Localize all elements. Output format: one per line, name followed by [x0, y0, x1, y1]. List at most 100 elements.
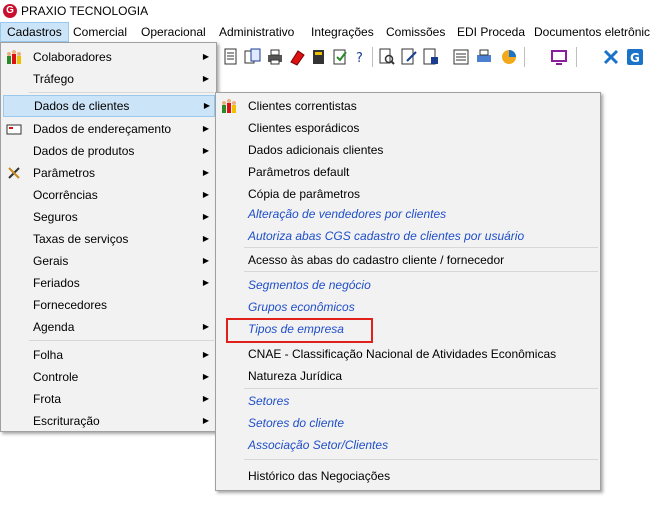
- toolbar-separator: [524, 47, 525, 67]
- submenu-arrow-icon: ▶: [202, 278, 209, 287]
- menu-item-folha[interactable]: Folha ▶: [3, 344, 213, 366]
- submenu-item-label: Cópia de parâmetros: [248, 187, 361, 201]
- menu-item-controle[interactable]: Controle ▶: [3, 366, 213, 388]
- menu-item-fornecedores[interactable]: Fornecedores: [3, 294, 213, 316]
- question-icon[interactable]: ?: [352, 48, 370, 66]
- submenu-item-copia-de-parametros[interactable]: Cópia de parâmetros: [218, 183, 598, 205]
- people-icon: [222, 99, 236, 113]
- submenu-item-label: Clientes correntistas: [248, 99, 357, 113]
- menu-item-label: Taxas de serviços: [33, 232, 129, 246]
- report-icon[interactable]: [422, 48, 440, 66]
- submenu-arrow-icon: ▶: [203, 101, 210, 110]
- submenu-item-label: Acesso às abas do cadastro cliente / for…: [248, 253, 505, 267]
- submenu-arrow-icon: ▶: [202, 52, 209, 61]
- monitor-icon[interactable]: [550, 48, 568, 66]
- menu-item-frota[interactable]: Frota ▶: [3, 388, 213, 410]
- submenu-item-label: Natureza Jurídica: [248, 369, 343, 383]
- submenu-arrow-icon: ▶: [202, 212, 209, 221]
- submenu-arrow-icon: ▶: [202, 322, 209, 331]
- print-preview-icon[interactable]: [475, 48, 493, 66]
- menu-item-taxas-de-servicos[interactable]: Taxas de serviços ▶: [3, 228, 213, 250]
- submenu-item-label: Setores: [248, 394, 290, 408]
- menu-item-label: Folha: [33, 348, 64, 362]
- submenu-item-alteracao-de-vendedores[interactable]: Alteração de vendedores por clientes: [218, 203, 598, 225]
- submenu-item-clientes-correntistas[interactable]: Clientes correntistas: [218, 95, 598, 117]
- annotation-highlight-box: [226, 318, 373, 343]
- menu-item-feriados[interactable]: Feriados ▶: [3, 272, 213, 294]
- submenu-item-autoriza-abas-cgs[interactable]: Autoriza abas CGS cadastro de clientes p…: [218, 225, 598, 247]
- submenu-item-clientes-esporadicos[interactable]: Clientes esporádicos: [218, 117, 598, 139]
- menu-item-label: Dados de clientes: [34, 99, 130, 113]
- printer-icon[interactable]: [266, 48, 284, 66]
- menu-comissoes[interactable]: Comissões: [380, 22, 451, 42]
- search-document-icon[interactable]: [378, 48, 396, 66]
- submenu-item-segmentos-de-negocio[interactable]: Segmentos de negócio: [218, 274, 598, 296]
- menu-item-dados-de-clientes[interactable]: Dados de clientes ▶: [3, 95, 215, 117]
- svg-text:G: G: [630, 51, 640, 65]
- submenu-item-cnae[interactable]: CNAE - Classificação Nacional de Ativida…: [218, 343, 598, 365]
- menu-item-agenda[interactable]: Agenda ▶: [3, 316, 213, 338]
- submenu-item-label: Associação Setor/Clientes: [248, 438, 389, 452]
- menu-item-colaboradores[interactable]: Colaboradores ▶: [3, 46, 213, 68]
- people-icon: [7, 50, 21, 64]
- menu-separator: [244, 247, 598, 248]
- submenu-item-grupos-economicos[interactable]: Grupos econômicos: [218, 296, 598, 318]
- menu-administrativo[interactable]: Administrativo: [213, 22, 300, 42]
- submenu-item-setores[interactable]: Setores: [218, 390, 598, 412]
- menu-item-trafego[interactable]: Tráfego ▶: [3, 68, 213, 90]
- submenu-item-parametros-default[interactable]: Parâmetros default: [218, 161, 598, 183]
- dados-de-clientes-submenu: Clientes correntistas Clientes esporádic…: [215, 92, 601, 491]
- submenu-item-acesso-as-abas[interactable]: Acesso às abas do cadastro cliente / for…: [218, 249, 598, 271]
- documents-check-icon[interactable]: [332, 48, 350, 66]
- submenu-arrow-icon: ▶: [202, 416, 209, 425]
- praxio-g-icon[interactable]: G: [626, 48, 644, 66]
- menu-item-parametros[interactable]: Parâmetros ▶: [3, 162, 213, 184]
- menu-item-seguros[interactable]: Seguros ▶: [3, 206, 213, 228]
- submenu-item-label: Histórico das Negociações: [248, 469, 391, 483]
- submenu-arrow-icon: ▶: [202, 146, 209, 155]
- document-icon[interactable]: [222, 48, 240, 66]
- menu-item-label: Ocorrências: [33, 188, 98, 202]
- menu-integracoes[interactable]: Integrações: [305, 22, 380, 42]
- menu-item-label: Parâmetros: [33, 166, 96, 180]
- title-bar: G PRAXIO TECNOLOGIA: [0, 0, 652, 22]
- eraser-icon[interactable]: [288, 48, 306, 66]
- submenu-item-natureza-juridica[interactable]: Natureza Jurídica: [218, 365, 598, 387]
- list-icon[interactable]: [452, 48, 470, 66]
- menu-item-label: Tráfego: [33, 72, 74, 86]
- menu-item-dados-de-produtos[interactable]: Dados de produtos ▶: [3, 140, 213, 162]
- submenu-item-historico-das-negociacoes[interactable]: Histórico das Negociações: [218, 465, 598, 487]
- submenu-item-label: Segmentos de negócio: [248, 278, 371, 292]
- tools-icon[interactable]: [602, 48, 620, 66]
- documents-icon[interactable]: [244, 48, 262, 66]
- menu-item-label: Seguros: [33, 210, 78, 224]
- submenu-item-associacao-setor-clientes[interactable]: Associação Setor/Clientes: [218, 434, 598, 456]
- menu-item-dados-de-enderecamento[interactable]: Dados de endereçamento ▶: [3, 118, 213, 140]
- submenu-arrow-icon: ▶: [202, 190, 209, 199]
- submenu-item-setores-do-cliente[interactable]: Setores do cliente: [218, 412, 598, 434]
- menu-edi-proceda[interactable]: EDI Proceda: [451, 22, 531, 42]
- menu-separator: [29, 92, 214, 93]
- submenu-item-dados-adicionais-clientes[interactable]: Dados adicionais clientes: [218, 139, 598, 161]
- menu-operacional[interactable]: Operacional: [135, 22, 212, 42]
- envelope-icon: [6, 124, 22, 135]
- menu-item-label: Escrituração: [33, 414, 100, 428]
- menu-documentos-eletronicos[interactable]: Documentos eletrônic: [528, 22, 652, 42]
- menu-item-ocorrencias[interactable]: Ocorrências ▶: [3, 184, 213, 206]
- submenu-arrow-icon: ▶: [202, 168, 209, 177]
- submenu-item-label: Alteração de vendedores por clientes: [248, 207, 447, 221]
- submenu-arrow-icon: ▶: [202, 350, 209, 359]
- book-icon[interactable]: [310, 48, 328, 66]
- submenu-arrow-icon: ▶: [202, 124, 209, 133]
- menu-separator: [244, 388, 598, 389]
- menu-comercial[interactable]: Comercial: [67, 22, 133, 42]
- menu-cadastros[interactable]: Cadastros: [0, 22, 69, 42]
- edit-document-icon[interactable]: [400, 48, 418, 66]
- menu-item-gerais[interactable]: Gerais ▶: [3, 250, 213, 272]
- submenu-arrow-icon: ▶: [202, 372, 209, 381]
- submenu-item-label: Dados adicionais clientes: [248, 143, 384, 157]
- pie-chart-icon[interactable]: [500, 48, 518, 66]
- menu-item-label: Feriados: [33, 276, 80, 290]
- menu-separator: [29, 340, 214, 341]
- menu-item-escrituracao[interactable]: Escrituração ▶: [3, 410, 213, 432]
